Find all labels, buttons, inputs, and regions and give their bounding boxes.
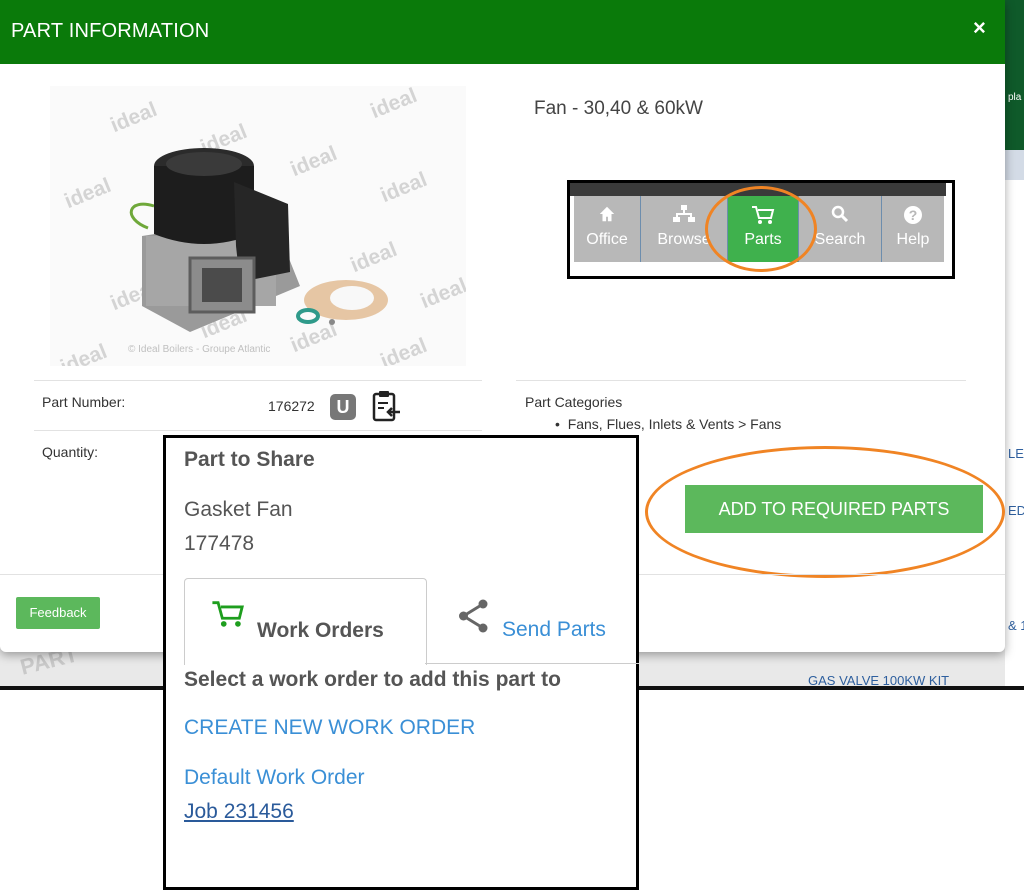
fan-assembly-image	[129, 148, 388, 332]
background-text: pla	[1008, 92, 1022, 103]
tab-work-orders-label: Work Orders	[257, 619, 384, 642]
part-name: Fan - 30,40 & 60kW	[534, 98, 703, 119]
part-share-panel: Part to Share Gasket Fan 177478 Work Ord…	[163, 435, 639, 890]
divider	[34, 430, 482, 431]
help-icon: ?	[904, 206, 922, 224]
share-part-number: 177478	[184, 532, 255, 555]
divider	[516, 380, 966, 381]
close-icon[interactable]: ×	[973, 15, 986, 41]
create-new-work-order-link[interactable]: CREATE NEW WORK ORDER	[184, 716, 475, 740]
category-item-text: Fans, Flues, Inlets & Vents > Fans	[567, 416, 782, 432]
part-number-label: Part Number:	[42, 394, 126, 410]
part-number-value: 176272	[268, 398, 315, 414]
share-title: Part to Share	[184, 448, 315, 471]
home-icon	[599, 206, 615, 222]
tab-underline	[425, 663, 639, 664]
work-order-item[interactable]: Job 231456	[184, 800, 294, 824]
modal-title: PART INFORMATION	[11, 20, 210, 42]
background-band	[1005, 150, 1024, 180]
feedback-button[interactable]: Feedback	[16, 597, 100, 629]
svg-text:?: ?	[909, 207, 918, 223]
divider	[34, 380, 482, 381]
nav-item-help[interactable]: ? Help	[882, 196, 944, 262]
background-side-panel	[1005, 150, 1024, 688]
tab-work-orders[interactable]: Work Orders	[184, 578, 427, 665]
work-order-item[interactable]: Default Work Order	[184, 766, 365, 790]
sitemap-icon	[673, 205, 695, 222]
nav-item-office[interactable]: Office	[574, 196, 641, 262]
category-item[interactable]: • Fans, Flues, Inlets & Vents > Fans	[555, 416, 781, 432]
clipboard-icon[interactable]	[370, 390, 402, 427]
tab-send-parts[interactable]: Send Parts	[456, 598, 636, 648]
quantity-label: Quantity:	[42, 444, 99, 460]
background-text: & 1	[1008, 618, 1024, 633]
cart-icon	[212, 601, 244, 627]
nav-item-label: Office	[586, 231, 628, 248]
image-copyright: © Ideal Boilers - Groupe Atlantic	[128, 344, 271, 355]
work-order-instruction: Select a work order to add this part to	[184, 668, 561, 691]
add-button-highlight-circle	[645, 446, 1005, 578]
share-part-name: Gasket Fan	[184, 498, 293, 521]
u-badge[interactable]: U	[330, 394, 356, 420]
search-icon	[831, 205, 849, 223]
part-categories-title: Part Categories	[525, 394, 623, 410]
tab-send-parts-label: Send Parts	[502, 618, 606, 641]
background-text: ED	[1008, 503, 1024, 518]
background-text: LE	[1008, 446, 1024, 461]
modal-header: PART INFORMATION ×	[0, 0, 1005, 64]
nav-item-label: Help	[896, 231, 930, 248]
parts-highlight-circle	[705, 186, 817, 272]
part-image: ideal ideal ideal ideal ideal ideal idea…	[50, 86, 466, 366]
share-icon	[459, 599, 488, 633]
